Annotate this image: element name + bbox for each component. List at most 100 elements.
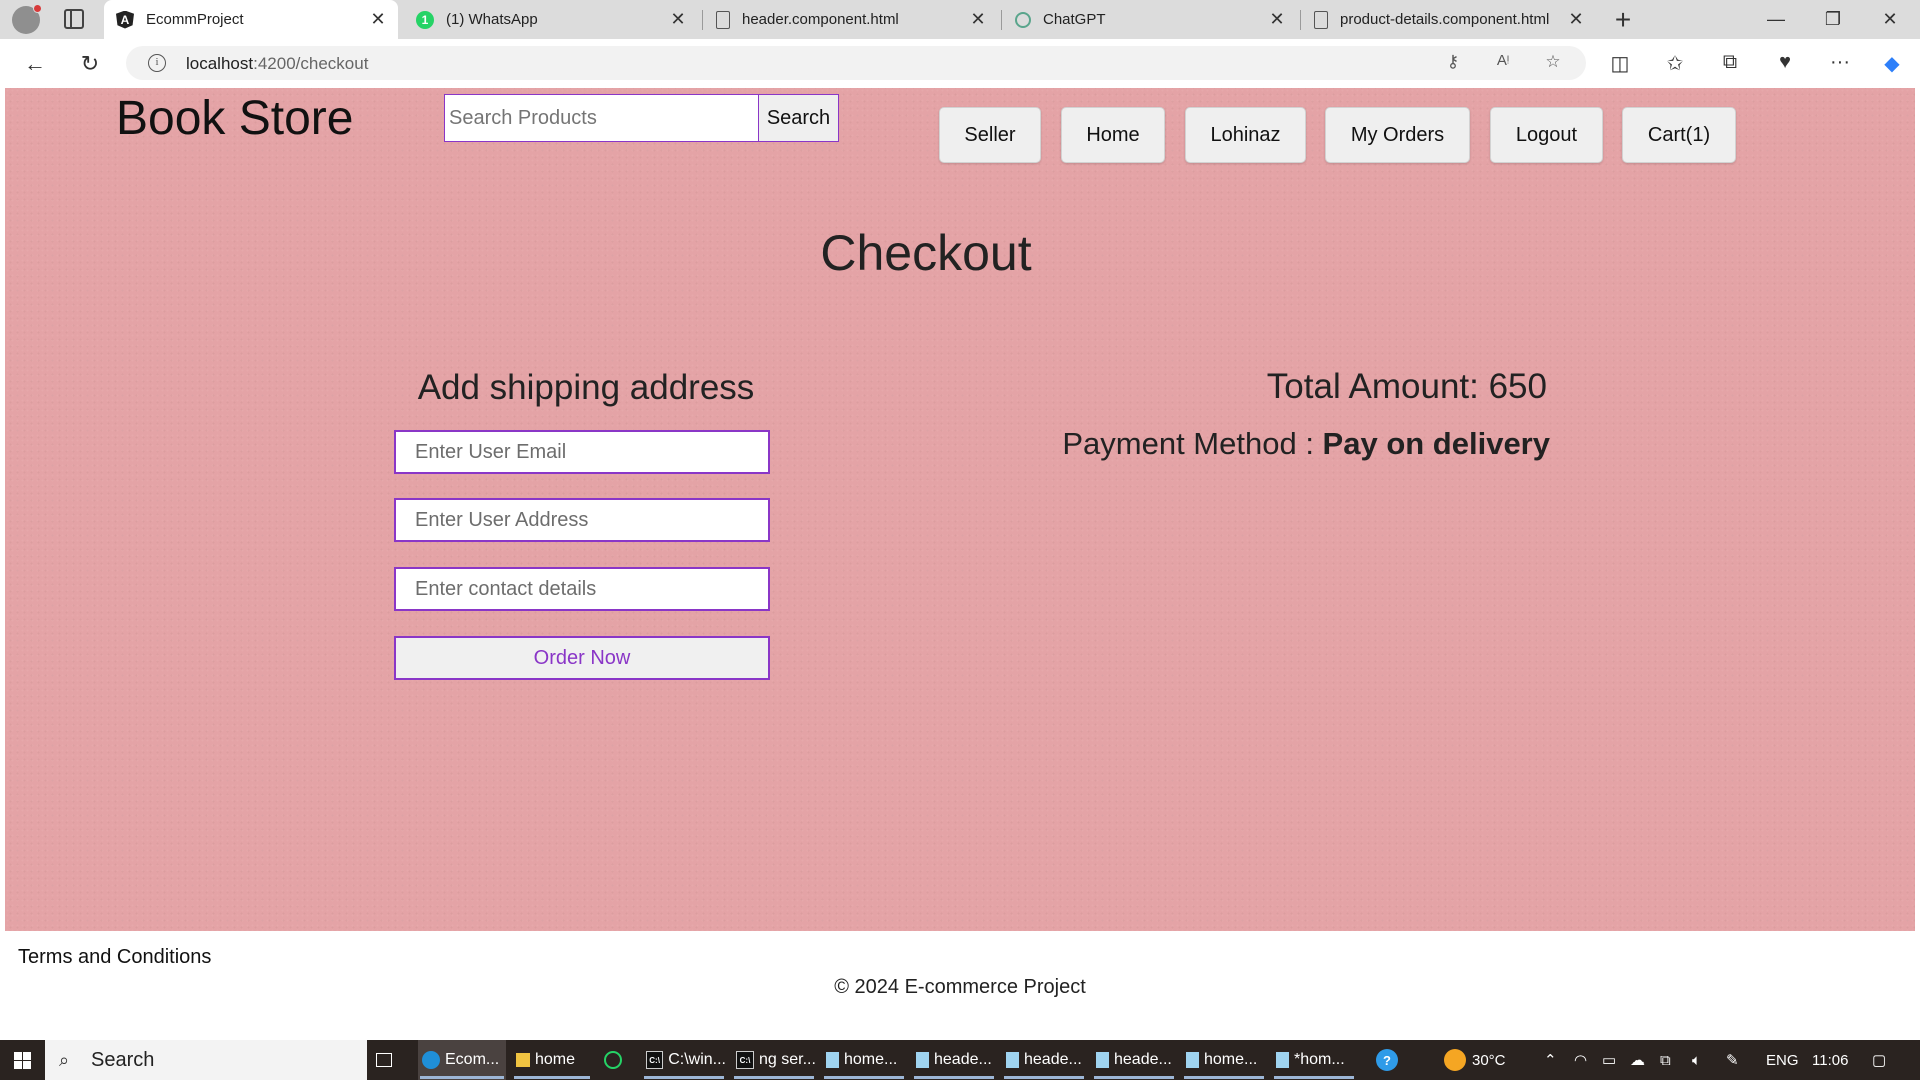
show-hidden-icons[interactable]: ⌃ [1544, 1040, 1557, 1080]
address-field[interactable] [394, 498, 770, 542]
notepad-icon [826, 1052, 839, 1068]
minimize-icon[interactable]: — [1748, 0, 1804, 39]
battery-icon[interactable]: ▭ [1602, 1040, 1616, 1080]
close-window-icon[interactable]: ✕ [1862, 0, 1918, 39]
collections-icon[interactable]: ⧉ [1716, 51, 1744, 77]
taskbar-item-notepad[interactable]: home... [1182, 1040, 1266, 1080]
taskbar-item-whatsapp[interactable] [604, 1040, 632, 1080]
browser-toolbar: ← ↻ i localhost:4200/checkout ⚷ Aᵎ ☆ ◫ ✩… [0, 39, 1920, 87]
task-view-icon[interactable] [376, 1040, 397, 1080]
notepad-icon [1006, 1052, 1019, 1068]
favorites-icon[interactable]: ✩ [1661, 51, 1689, 77]
page-viewport: Book Store Search Seller Home Lohinaz My… [5, 88, 1915, 998]
nav-cart-button[interactable]: Cart(1) [1622, 107, 1736, 163]
file-icon [1314, 10, 1328, 29]
taskbar-search-label: Search [91, 1048, 155, 1071]
tab-title: EcommProject [146, 11, 244, 28]
search-button[interactable]: Search [758, 94, 839, 142]
back-arrow-icon[interactable]: ← [20, 49, 50, 79]
read-aloud-icon[interactable]: Aᵎ [1492, 52, 1514, 74]
profile-avatar-icon[interactable] [12, 4, 42, 34]
tab-actions-icon[interactable] [64, 9, 84, 29]
copilot-icon[interactable]: ◆ [1878, 51, 1906, 77]
windows-start-icon[interactable] [14, 1052, 31, 1069]
clock[interactable]: 11:06 [1812, 1040, 1848, 1080]
taskbar-item-label: ng ser... [759, 1051, 816, 1068]
wifi-icon[interactable]: ◠ [1574, 1040, 1587, 1080]
taskbar-item-notepad[interactable]: heade... [1002, 1040, 1086, 1080]
contact-field[interactable] [394, 567, 770, 611]
shipping-address-heading: Add shipping address [417, 368, 755, 407]
angular-icon: A [116, 10, 134, 29]
folder-icon [516, 1053, 530, 1067]
tab-whatsapp[interactable]: 1 (1) WhatsApp ✕ [404, 0, 698, 39]
email-field[interactable] [394, 430, 770, 474]
close-tab-icon[interactable]: ✕ [966, 9, 990, 30]
taskbar-search[interactable]: ⌕ Search [45, 1040, 367, 1080]
close-tab-icon[interactable]: ✕ [1564, 9, 1588, 30]
volume-icon[interactable]: 🔈︎ [1692, 1040, 1701, 1080]
nav-user-button[interactable]: Lohinaz [1185, 107, 1306, 163]
onedrive-cloud-icon[interactable]: ☁ [1630, 1040, 1645, 1080]
terminal-icon: C:\ [646, 1051, 664, 1069]
terms-link[interactable]: Terms and Conditions [18, 946, 211, 969]
address-bar[interactable]: i localhost:4200/checkout ⚷ Aᵎ ☆ [126, 46, 1586, 80]
taskbar-item-notepad[interactable]: heade... [1092, 1040, 1176, 1080]
nav-my-orders-button[interactable]: My Orders [1325, 107, 1470, 163]
taskbar-item-notepad[interactable]: heade... [912, 1040, 996, 1080]
taskbar-item-notepad[interactable]: *hom... [1272, 1040, 1356, 1080]
notifications-icon[interactable]: ▢ [1872, 1040, 1886, 1080]
nav-logout-button[interactable]: Logout [1490, 107, 1603, 163]
taskbar-item-label: heade... [1024, 1051, 1082, 1068]
order-now-button[interactable]: Order Now [394, 636, 770, 680]
weather-widget[interactable]: 30°C [1444, 1040, 1506, 1080]
favorite-star-icon[interactable]: ☆ [1542, 52, 1564, 74]
taskbar-item-label: home [535, 1051, 576, 1068]
taskbar-item-label: heade... [1114, 1051, 1172, 1068]
taskbar-item-label: home... [844, 1051, 898, 1068]
url-host: localhost [186, 54, 254, 73]
total-amount: Total Amount: 650 [1266, 367, 1547, 406]
edge-icon [422, 1051, 440, 1069]
page-title: Checkout [820, 225, 1032, 281]
chatgpt-icon [1015, 11, 1031, 28]
browser-essentials-icon[interactable]: ♥ [1771, 51, 1799, 77]
search-input[interactable] [444, 94, 760, 142]
key-icon[interactable]: ⚷ [1442, 52, 1464, 74]
refresh-icon[interactable]: ↻ [75, 49, 105, 79]
display-icon[interactable]: ⧉ [1660, 1040, 1671, 1080]
whatsapp-icon [604, 1051, 622, 1069]
taskbar-item-explorer[interactable]: home [512, 1040, 592, 1080]
taskbar-item-edge[interactable]: Ecom... [418, 1040, 506, 1080]
taskbar-item-label: *hom... [1294, 1051, 1345, 1068]
taskbar-item-notepad[interactable]: home... [822, 1040, 906, 1080]
close-tab-icon[interactable]: ✕ [666, 9, 690, 30]
restore-icon[interactable]: ❐ [1805, 0, 1861, 39]
notepad-icon [1186, 1052, 1199, 1068]
tab-header-component[interactable]: header.component.html ✕ [704, 0, 998, 39]
brand-logo-text[interactable]: Book Store [116, 91, 353, 146]
tab-product-details[interactable]: product-details.component.html ✕ [1302, 0, 1596, 39]
nav-home-button[interactable]: Home [1061, 107, 1165, 163]
help-icon[interactable]: ? [1376, 1040, 1404, 1080]
pen-icon[interactable]: ✎ [1726, 1040, 1739, 1080]
tab-ecommproject[interactable]: A EcommProject ✕ [104, 0, 398, 39]
new-tab-icon[interactable]: + [1608, 4, 1638, 36]
windows-taskbar: ⌕ Search Ecom... home C:\ C:\win... C:\ ng… [0, 1040, 1920, 1080]
nav-seller-button[interactable]: Seller [939, 107, 1041, 163]
taskbar-item-label: heade... [934, 1051, 992, 1068]
tab-chatgpt[interactable]: ChatGPT ✕ [1003, 0, 1297, 39]
url-text: localhost:4200/checkout [186, 54, 368, 74]
close-tab-icon[interactable]: ✕ [1265, 9, 1289, 30]
tab-title: product-details.component.html [1340, 11, 1550, 28]
site-info-icon[interactable]: i [148, 54, 166, 72]
tab-separator [1300, 10, 1301, 30]
split-screen-icon[interactable]: ◫ [1606, 51, 1634, 77]
taskbar-item-cmd[interactable]: C:\ C:\win... [642, 1040, 726, 1080]
more-options-icon[interactable]: ··· [1826, 51, 1854, 77]
close-tab-icon[interactable]: ✕ [366, 9, 390, 30]
language-indicator[interactable]: ENG [1766, 1040, 1799, 1080]
checkout-page-background: Book Store Search Seller Home Lohinaz My… [5, 88, 1915, 931]
taskbar-item-ng-serve[interactable]: C:\ ng ser... [732, 1040, 816, 1080]
weather-sun-icon [1444, 1049, 1466, 1071]
